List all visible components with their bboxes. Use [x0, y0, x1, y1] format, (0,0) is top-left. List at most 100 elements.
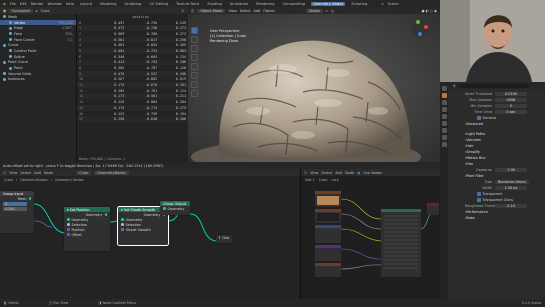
- geometry-socket-icon[interactable]: [104, 213, 107, 216]
- modifier-tab-icon[interactable]: [441, 135, 447, 140]
- vector-socket-icon[interactable]: [67, 228, 70, 231]
- tab-modeling[interactable]: Modeling: [98, 2, 118, 6]
- row-index-cell: 17: [77, 116, 94, 123]
- checkbox-checked-icon[interactable]: [477, 192, 481, 196]
- transform-orientation-dropdown[interactable]: Global: [305, 8, 323, 13]
- output-tab-icon[interactable]: [441, 100, 447, 105]
- panel-label: Hair: [466, 144, 474, 148]
- geometry-socket-icon[interactable]: [28, 197, 31, 200]
- tab-compositing[interactable]: Compositing: [281, 2, 308, 6]
- property-value-field[interactable]: 0: [495, 104, 527, 108]
- tab-geometry-nodes[interactable]: Geometry Nodes: [311, 1, 346, 6]
- spreadsheet-header: ▦ Evaluated ▸ Cube ⚲: [0, 7, 188, 14]
- proportional-edit-icon[interactable]: ◎: [331, 9, 334, 13]
- tab-uv-editing[interactable]: UV Editing: [147, 2, 170, 6]
- vector-socket-icon[interactable]: [67, 233, 70, 236]
- properties-rows: Noise Threshold 0.0100 Max Samples 4096 Min …: [441, 89, 545, 221]
- viewport-menu-add[interactable]: Add: [254, 9, 261, 13]
- tab-sculpting[interactable]: Sculpting: [123, 2, 144, 6]
- render-tab-icon[interactable]: [441, 93, 447, 98]
- menu-window[interactable]: Window: [48, 2, 62, 6]
- menu-edit[interactable]: Edit: [20, 2, 27, 6]
- tree-item-label: Curve: [8, 43, 19, 48]
- property-value-field[interactable]: 1.00: [495, 168, 527, 172]
- set-position-node[interactable]: ▾ Set Position Geometry Geometry Selecti…: [64, 207, 110, 251]
- menu-help[interactable]: Help: [66, 2, 74, 6]
- socket-label: Geo: [222, 235, 229, 240]
- tab-layout[interactable]: Layout: [78, 2, 94, 6]
- move-tool-icon[interactable]: [191, 45, 198, 52]
- 3d-viewport[interactable]: ◫ Object Mode View Select Add Object Glo…: [188, 7, 440, 162]
- property-value-field[interactable]: 4096: [495, 98, 527, 102]
- world-tab-icon[interactable]: [441, 121, 447, 126]
- properties-search-input[interactable]: [458, 83, 529, 88]
- scene-tab-icon[interactable]: [441, 114, 447, 119]
- node-value-field[interactable]: 1: [3, 201, 27, 206]
- group-output-node[interactable]: Group Output Geometry: [160, 201, 190, 215]
- property-value-field[interactable]: 1.50 px: [495, 186, 527, 190]
- shading-mode-icons[interactable]: ● ◐ ○ ◉: [421, 9, 437, 13]
- boolean-socket-icon[interactable]: [67, 223, 70, 226]
- viewport-menu-object[interactable]: Object: [263, 9, 274, 13]
- geometry-socket-icon[interactable]: [67, 218, 70, 221]
- measure-tool-icon[interactable]: [191, 90, 198, 97]
- mode-dropdown[interactable]: Object Mode: [197, 8, 226, 13]
- tab-scripting[interactable]: Scripting: [349, 2, 369, 6]
- tab-texture-paint[interactable]: Texture Paint: [174, 2, 201, 6]
- property-value-field[interactable]: 0.10: [495, 204, 527, 208]
- shader-node-editor[interactable]: ⬡ View Select Add Node ■ Use Nodes Slot …: [300, 169, 440, 299]
- tool-tab-icon[interactable]: [441, 86, 447, 91]
- viewport-editor-icon[interactable]: ◫: [191, 9, 194, 13]
- checkbox-label: Transparent Glass: [482, 198, 513, 202]
- scale-tool-icon[interactable]: [191, 63, 198, 70]
- evaluation-mode-dropdown[interactable]: Evaluated: [9, 8, 33, 13]
- viewport-toolbar: [191, 27, 199, 97]
- geometry-node-editor[interactable]: ⬡ View Select Add Node Cube GeometryNode…: [0, 169, 300, 299]
- filter-icon[interactable]: ⚲: [181, 9, 184, 13]
- view-layer-tab-icon[interactable]: [441, 107, 447, 112]
- menu-render[interactable]: Render: [31, 2, 44, 6]
- property-value-field[interactable]: Blackman-Harris: [495, 180, 529, 184]
- viewport-menu-select[interactable]: Select: [240, 9, 251, 13]
- geometry-socket-icon[interactable]: [163, 207, 166, 210]
- annotate-tool-icon[interactable]: [191, 81, 198, 88]
- status-context-hint: ◨ Node Context Menu: [98, 301, 136, 305]
- reroute-node[interactable]: Geo: [216, 235, 232, 243]
- spreadsheet-icon[interactable]: ▦: [3, 9, 6, 13]
- tree-item-count: 3,1: [67, 37, 73, 42]
- menu-file[interactable]: File: [10, 2, 16, 6]
- node-title: Group Output: [160, 201, 190, 206]
- boolean-socket-icon[interactable]: [121, 223, 124, 226]
- node-value-field[interactable]: 0.240: [3, 206, 27, 211]
- tab-animation[interactable]: Animation: [228, 2, 250, 6]
- cursor-tool-icon[interactable]: [191, 36, 198, 43]
- tree-item-label: Control Point: [14, 48, 37, 53]
- transform-tool-icon[interactable]: [191, 72, 198, 79]
- object-tab-icon[interactable]: [441, 128, 447, 133]
- node-input-row: Offset: [64, 232, 110, 237]
- scene-selector[interactable]: Scene: [388, 2, 399, 6]
- geometry-socket-icon[interactable]: [219, 236, 221, 239]
- checkbox-checked-icon[interactable]: [477, 198, 481, 202]
- geometry-socket-icon[interactable]: [121, 218, 124, 221]
- search-icon: ⚲: [453, 83, 456, 88]
- panel-bake[interactable]: › Bake: [441, 215, 545, 221]
- rotate-tool-icon[interactable]: [191, 54, 198, 61]
- node-input-row: Shade Smooth: [118, 227, 168, 232]
- snap-icon[interactable]: ⌖: [326, 9, 328, 13]
- property-label: Type: [484, 180, 492, 184]
- blender-logo-icon[interactable]: ◆: [3, 2, 6, 6]
- tab-shading[interactable]: Shading: [205, 2, 224, 6]
- property-value-field[interactable]: 0 sec: [495, 110, 527, 114]
- material-tab-icon[interactable]: [441, 142, 447, 147]
- checkbox-checked-icon[interactable]: [477, 116, 481, 120]
- select-box-tool-icon[interactable]: [191, 27, 198, 34]
- tree-item-instances[interactable]: Instances: [0, 77, 76, 83]
- group-input-node[interactable]: Group Input Mesh 1 0.240: [0, 191, 34, 233]
- socket-label: Geometry: [125, 217, 143, 222]
- shade-smooth-checkbox[interactable]: [121, 228, 124, 231]
- property-value-field[interactable]: 0.0100: [495, 92, 527, 96]
- tree-item-icon: [9, 55, 12, 59]
- viewport-menu-view[interactable]: View: [228, 9, 236, 13]
- tab-rendering[interactable]: Rendering: [254, 2, 276, 6]
